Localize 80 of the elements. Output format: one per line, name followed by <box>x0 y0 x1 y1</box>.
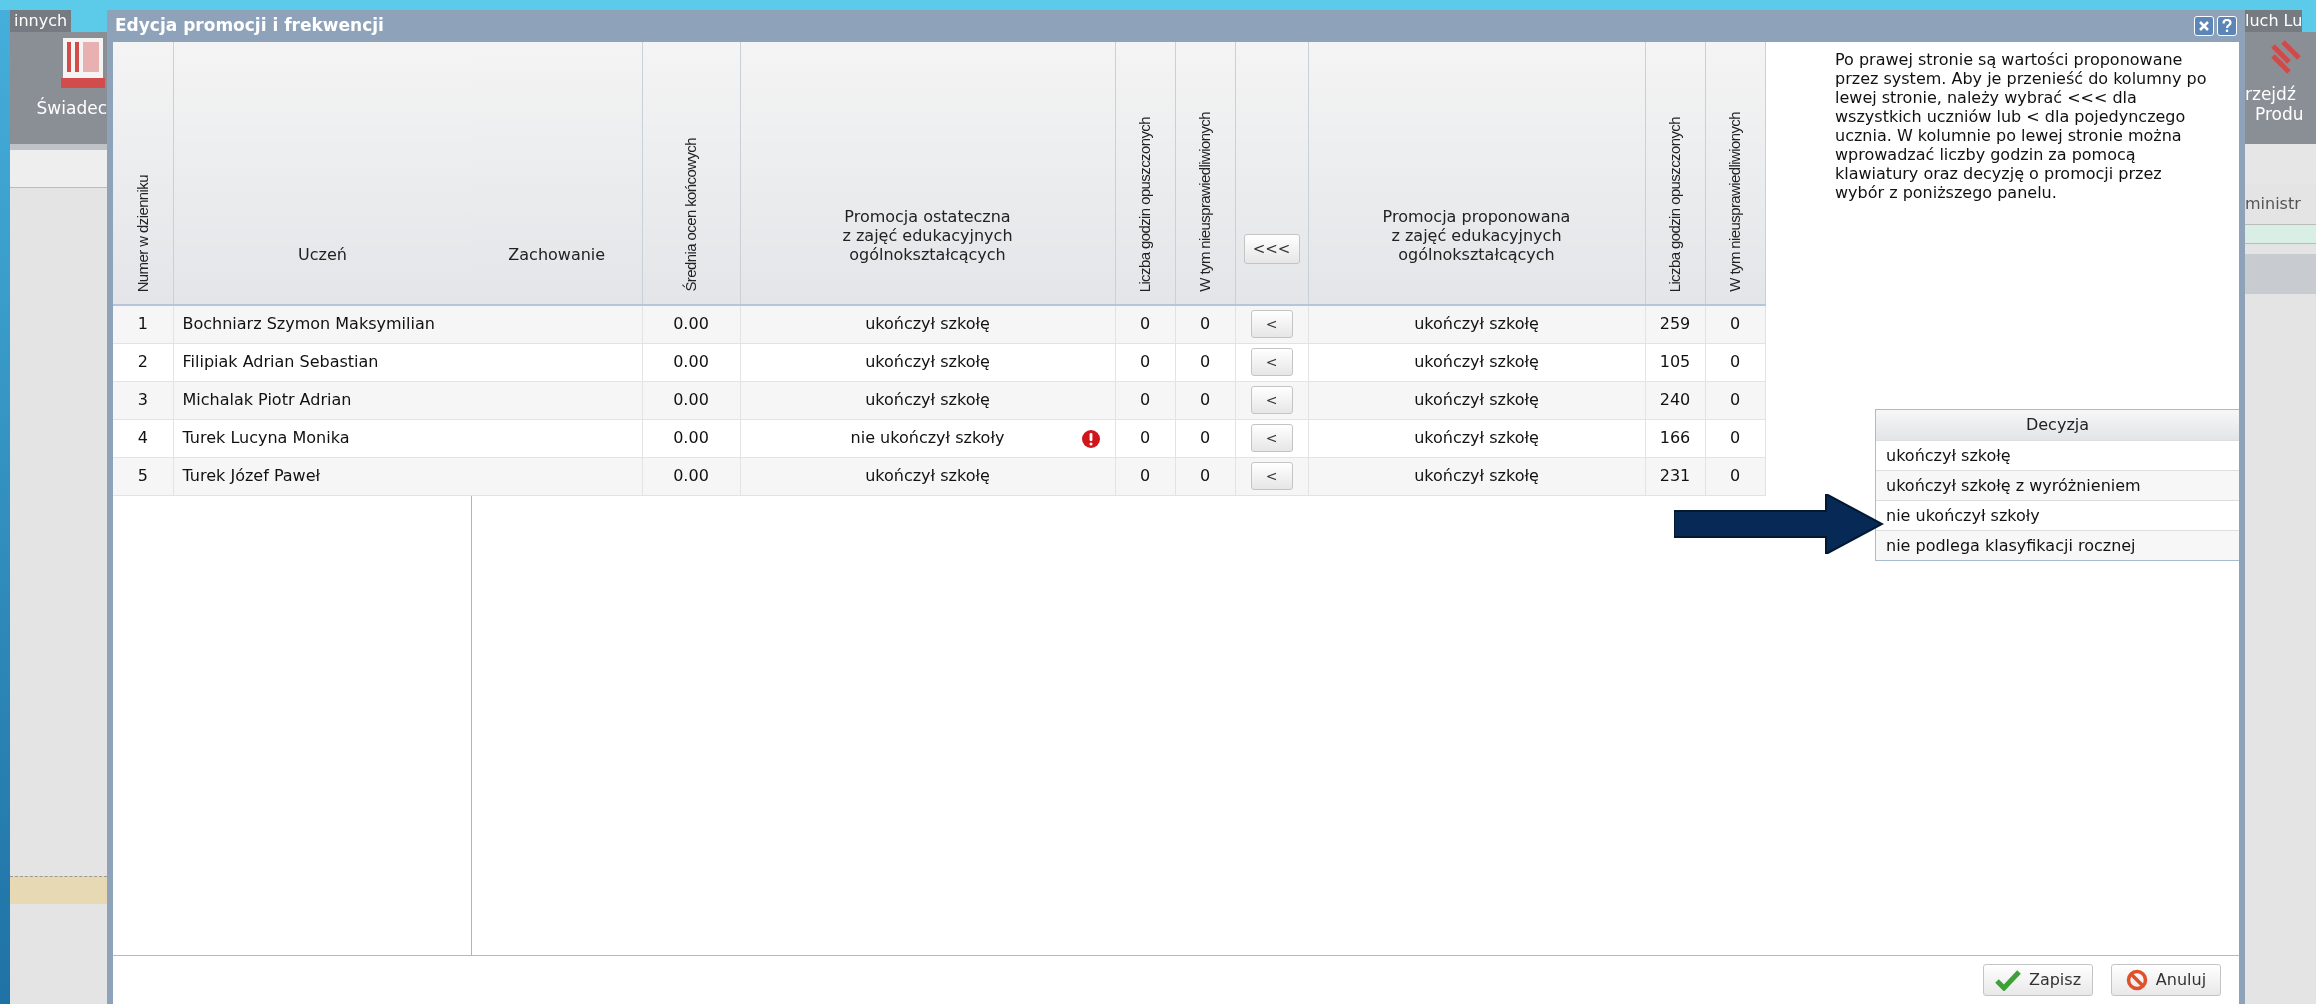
panel-header: Decyzja <box>1876 410 2239 440</box>
column-header: Uczeń <box>298 245 347 264</box>
table-cell: ukończył szkołę <box>865 314 990 334</box>
table-cell: 0 <box>1139 466 1151 485</box>
header-band <box>2245 254 2316 294</box>
copy-button[interactable]: < <box>1250 348 1293 376</box>
column-header: Średnia ocen końcowych <box>680 138 700 292</box>
column-header: Zachowanie <box>508 245 606 264</box>
table-cell: ukończył szkołę <box>865 352 990 371</box>
table-cell: 2 <box>137 352 148 371</box>
tab[interactable]: luch Lu <box>2245 10 2303 32</box>
table-cell: 0.00 <box>673 390 709 409</box>
table-cell: 3 <box>137 390 148 409</box>
table-cell: ukończył szkołę <box>1414 428 1539 447</box>
label: ministr <box>2245 193 2302 215</box>
table-cell: Turek Józef Paweł <box>182 466 321 485</box>
table-cell: 259 <box>1659 314 1691 334</box>
tab[interactable]: innych <box>10 10 72 32</box>
check-icon <box>1994 969 2021 991</box>
table-cell: 5 <box>137 466 148 485</box>
table-cell: 0 <box>1729 352 1741 371</box>
table-cell: nie ukończył szkoły <box>850 428 1005 447</box>
table-cell: 0 <box>1139 314 1151 334</box>
table-cell: 0 <box>1199 466 1211 485</box>
table-cell: 0 <box>1199 390 1211 409</box>
pdf-icon <box>61 38 105 88</box>
table-cell: 0 <box>1139 428 1151 447</box>
help-icon <box>2222 19 2232 33</box>
table-cell: 4 <box>137 428 148 447</box>
table-cell: 0 <box>1139 390 1151 409</box>
copy-button[interactable]: < <box>1250 386 1293 414</box>
table-cell: 0 <box>1199 428 1211 447</box>
table-cell: 1 <box>137 314 148 334</box>
list-item[interactable]: nie podlega klasyfikacji rocznej <box>1876 530 2239 560</box>
close-icon <box>2198 20 2210 32</box>
close-button[interactable] <box>2194 16 2214 36</box>
copy-button[interactable]: < <box>1250 424 1293 452</box>
table-cell: Filipiak Adrian Sebastian <box>182 352 379 371</box>
table-cell: ukończył szkołę <box>1414 352 1539 371</box>
column-header: Numer w dzienniku <box>132 174 152 292</box>
table-cell: ukończył szkołę <box>1414 466 1539 485</box>
warning-icon <box>1080 428 1101 449</box>
copy-button[interactable]: < <box>1250 462 1293 490</box>
column-header: Liczba godzin opuszczonych <box>1664 116 1684 292</box>
cancel-button[interactable]: Anuluj <box>2111 964 2221 996</box>
table-cell: 231 <box>1659 466 1691 485</box>
table-cell: 0.00 <box>673 428 709 447</box>
table-cell: ukończył szkołę <box>865 390 990 409</box>
table-cell: Bochniarz Szymon Maksymilian <box>182 314 435 334</box>
table-cell: ukończył szkołę <box>1414 390 1539 409</box>
table-cell: 0.00 <box>673 314 709 334</box>
table-cell: Michalak Piotr Adrian <box>182 390 352 409</box>
column-header: W tym nieusprawiedliwionych <box>1194 112 1214 292</box>
table-cell: 0 <box>1199 314 1211 334</box>
table-cell: 166 <box>1659 428 1691 447</box>
table-cell: 0.00 <box>673 352 709 371</box>
table-cell: 0 <box>1139 352 1151 371</box>
table-cell: ukończył szkołę <box>1414 314 1539 334</box>
table-cell: Turek Lucyna Monika <box>182 428 350 447</box>
list-item[interactable]: ukończył szkołę z wyróżnieniem <box>1876 470 2239 500</box>
table-cell: 0 <box>1729 314 1741 334</box>
save-button[interactable]: Zapisz <box>1983 964 2093 996</box>
table-cell: 0 <box>1729 466 1741 485</box>
cancel-icon <box>2125 969 2148 991</box>
column-header: W tym nieusprawiedliwionych <box>1724 112 1744 292</box>
column-header: Liczba godzin opuszczonych <box>1134 116 1154 292</box>
table-cell: 0 <box>1729 390 1741 409</box>
table-cell: ukończył szkołę <box>865 466 990 485</box>
column-header: Promocja ostateczna z zajęć edukacyjnych ogólnokształcących <box>842 207 1013 264</box>
table-cell: 240 <box>1659 390 1691 409</box>
copy-button[interactable]: < <box>1250 310 1293 339</box>
copy-all-button[interactable]: <<< <box>1243 234 1300 264</box>
info-text: Po prawej stronie są wartości proponowane przez system. Aby je przenieść do kolumny po lewej stronie, należy wybrać <<< dla wszystkich uczniów lub < dla pojedynczego ucznia. W kolumnie po lewej stronie można wprowadzać liczby godzin za pomocą klawiatury oraz decyzję o promocji przez wybór z poniższego panelu. <box>1835 50 2207 202</box>
column-header: Promocja proponowana z zajęć edukacyjnych ogólnokształcących <box>1382 207 1571 264</box>
table-cell: 0 <box>1729 428 1741 447</box>
help-button[interactable] <box>2217 16 2237 36</box>
table-cell: 105 <box>1659 352 1691 371</box>
dialog-title: Edycja promocji i frekwencji <box>114 14 384 38</box>
table-cell: 0.00 <box>673 466 709 485</box>
table-cell: 0 <box>1199 352 1211 371</box>
